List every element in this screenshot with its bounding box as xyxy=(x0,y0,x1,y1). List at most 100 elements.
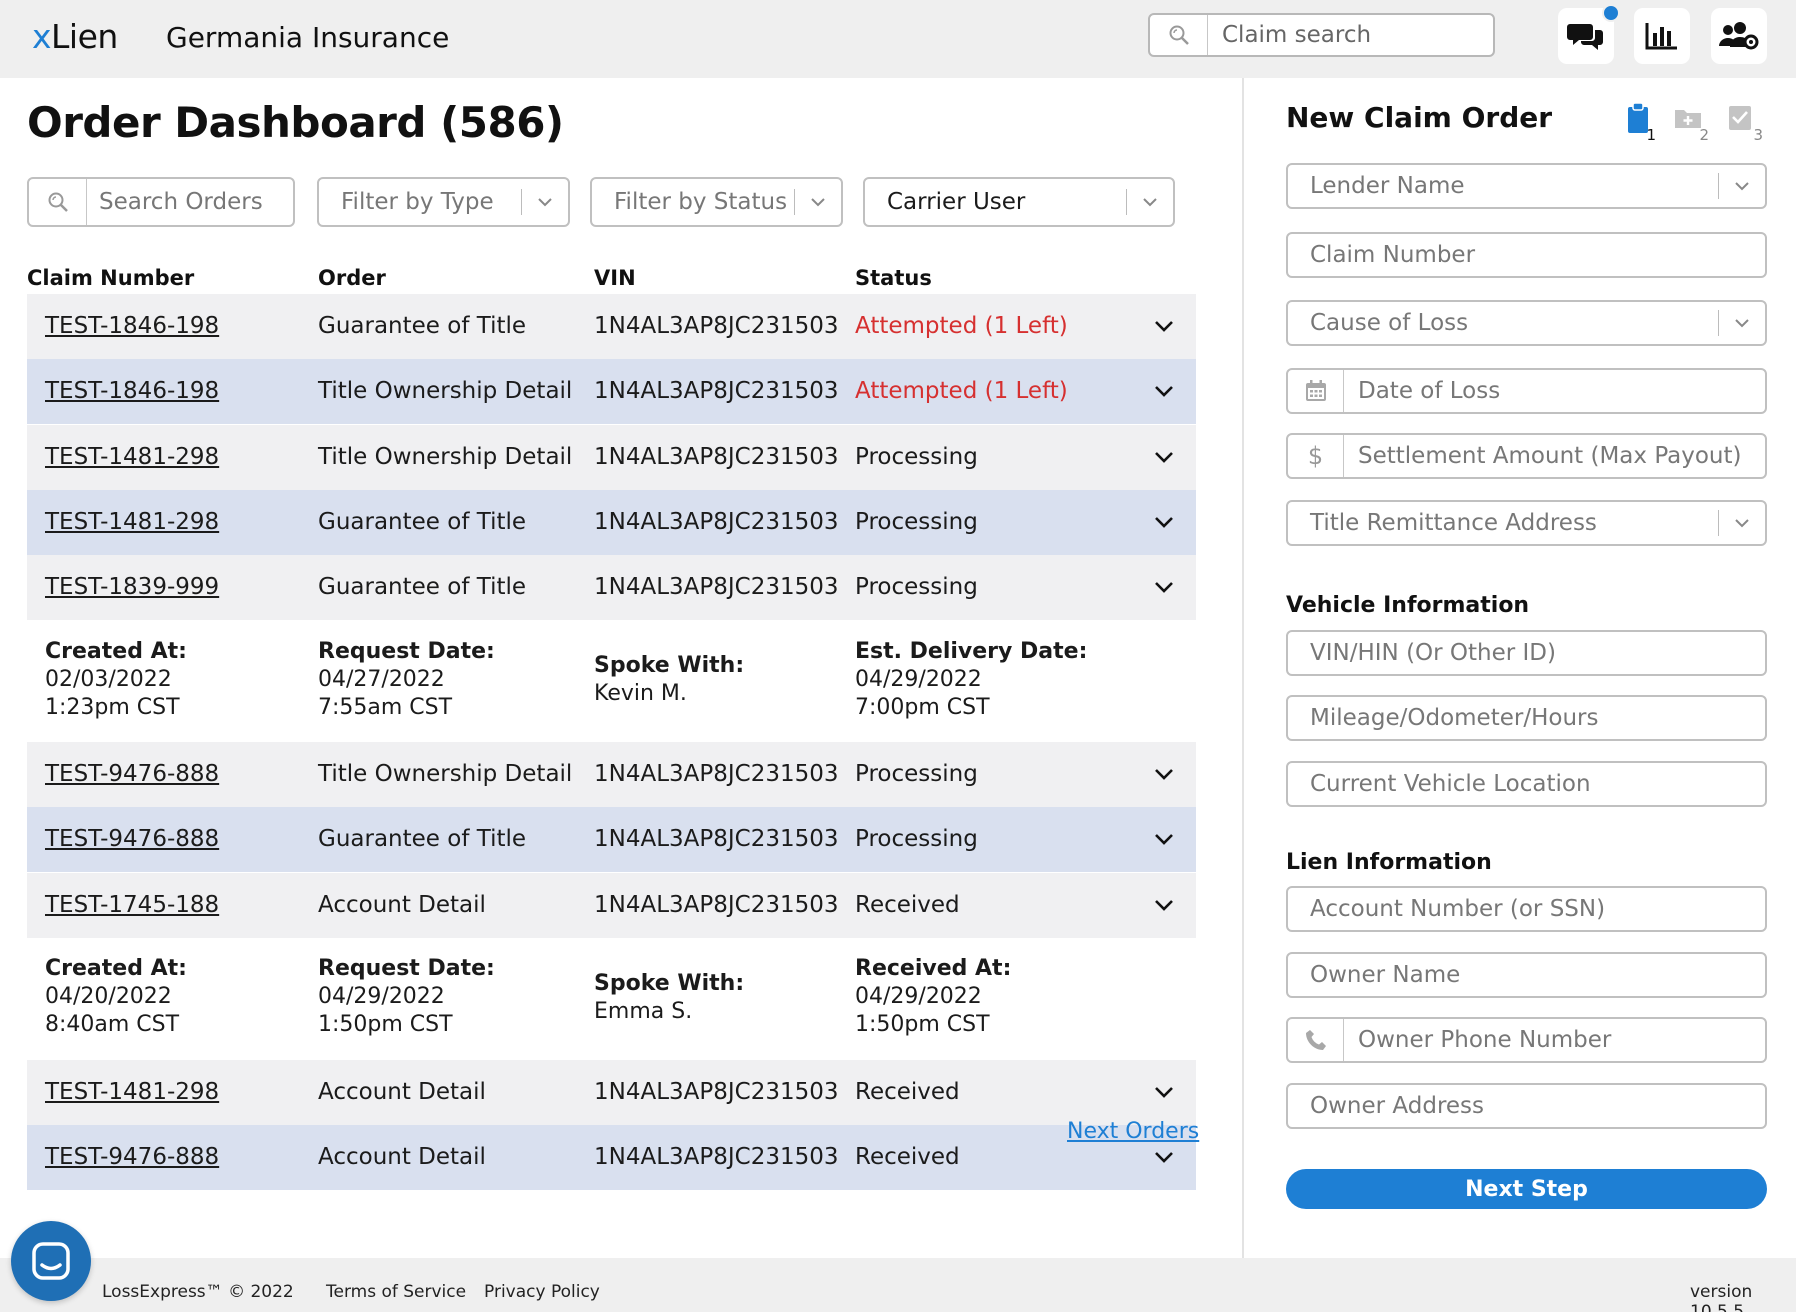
request-date-label: Request Date: xyxy=(318,956,495,981)
order-type: Guarantee of Title xyxy=(318,509,527,535)
status-text: Processing xyxy=(855,574,978,600)
spoke-with: Spoke With: Kevin M. xyxy=(594,652,744,708)
user-settings-button[interactable] xyxy=(1711,8,1767,64)
claim-number-input[interactable]: Claim Number xyxy=(1286,232,1767,278)
created-at-time: 8:40am CST xyxy=(45,1012,180,1037)
terms-of-service-link[interactable]: Terms of Service xyxy=(326,1282,466,1302)
footer-copyright: LossExpress™ © 2022 xyxy=(102,1282,294,1302)
footer: LossExpress™ © 2022 Terms of Service Pri… xyxy=(0,1258,1796,1312)
claim-number-link[interactable]: TEST-1481-298 xyxy=(45,509,219,535)
vin-input[interactable]: VIN/HIN (Or Other ID) xyxy=(1286,630,1767,676)
privacy-policy-link[interactable]: Privacy Policy xyxy=(484,1282,600,1302)
mileage-input[interactable]: Mileage/Odometer/Hours xyxy=(1286,695,1767,741)
column-header-status[interactable]: Status xyxy=(855,266,932,290)
owner-address-input[interactable]: Owner Address xyxy=(1286,1083,1767,1129)
chevron-down-icon xyxy=(522,197,568,207)
table-row[interactable]: TEST-9476-888 Guarantee of Title 1N4AL3A… xyxy=(27,807,1196,872)
spoke-with-label: Spoke With: xyxy=(594,971,745,996)
table-row[interactable]: TEST-1846-198 Title Ownership Detail 1N4… xyxy=(27,359,1196,424)
claim-number-link[interactable]: TEST-1745-188 xyxy=(45,892,219,918)
carrier-user-select[interactable]: Carrier User xyxy=(863,177,1175,227)
table-row[interactable]: TEST-9476-888 Account Detail 1N4AL3AP8JC… xyxy=(27,1125,1196,1190)
settlement-amount-input[interactable]: $ Settlement Amount (Max Payout) xyxy=(1286,433,1767,479)
chevron-down-icon[interactable] xyxy=(1149,314,1179,338)
received-at-label: Received At: xyxy=(855,956,1012,981)
order-detail-panel: Created At: 04/20/2022 8:40am CST Reques… xyxy=(27,938,1196,1060)
claim-number-link[interactable]: TEST-9476-888 xyxy=(45,826,219,852)
table-row[interactable]: TEST-1745-188 Account Detail 1N4AL3AP8JC… xyxy=(27,873,1196,938)
request-date: Request Date: 04/27/2022 7:55am CST xyxy=(318,638,495,722)
status-text: Processing xyxy=(855,444,978,470)
reports-button[interactable] xyxy=(1634,8,1690,64)
company-name: Germania Insurance xyxy=(166,21,450,54)
created-at-date: 02/03/2022 xyxy=(45,667,172,692)
order-type: Title Ownership Detail xyxy=(318,378,573,404)
claim-number-placeholder: Claim Number xyxy=(1310,242,1476,268)
chevron-down-icon[interactable] xyxy=(1149,827,1179,851)
status-text: Processing xyxy=(855,761,978,787)
chevron-up-icon[interactable] xyxy=(1149,575,1179,599)
claim-search-input[interactable]: Claim search xyxy=(1148,13,1495,57)
order-dashboard: Order Dashboard (586) Search Orders Filt… xyxy=(0,78,1242,1258)
table-row[interactable]: TEST-1481-298 Title Ownership Detail 1N4… xyxy=(27,425,1196,490)
next-step-button[interactable]: Next Step xyxy=(1286,1169,1767,1209)
chat-widget-button[interactable] xyxy=(11,1221,91,1301)
title-remittance-address-select[interactable]: Title Remittance Address xyxy=(1286,500,1767,546)
chevron-down-icon[interactable] xyxy=(1149,510,1179,534)
order-type: Guarantee of Title xyxy=(318,313,527,339)
column-header-vin[interactable]: VIN xyxy=(594,266,636,290)
claim-number-link[interactable]: TEST-1481-298 xyxy=(45,444,219,470)
top-bar: xLien Germania Insurance Claim search xyxy=(0,0,1796,78)
next-orders-link[interactable]: Next Orders xyxy=(1067,1119,1199,1144)
table-row[interactable]: TEST-9476-888 Title Ownership Detail 1N4… xyxy=(27,742,1196,807)
filter-by-type-select[interactable]: Filter by Type xyxy=(317,177,570,227)
chevron-down-icon[interactable] xyxy=(1149,379,1179,403)
table-row[interactable]: TEST-1846-198 Guarantee of Title 1N4AL3A… xyxy=(27,294,1196,359)
step-1-indicator[interactable]: 1 xyxy=(1620,100,1656,144)
notification-dot xyxy=(1602,4,1620,22)
chevron-down-icon[interactable] xyxy=(1149,762,1179,786)
chevron-down-icon[interactable] xyxy=(1149,1080,1179,1104)
date-of-loss-input[interactable]: Date of Loss xyxy=(1286,368,1767,414)
status-text: Received xyxy=(855,1144,960,1170)
cause-of-loss-select[interactable]: Cause of Loss xyxy=(1286,300,1767,346)
vin-value: 1N4AL3AP8JC231503 xyxy=(594,313,839,339)
chevron-down-icon[interactable] xyxy=(1149,1145,1179,1169)
step-2-indicator[interactable]: 2 xyxy=(1673,100,1709,144)
table-row[interactable]: TEST-1839-999 Guarantee of Title 1N4AL3A… xyxy=(27,555,1196,620)
table-row[interactable]: TEST-1481-298 Account Detail 1N4AL3AP8JC… xyxy=(27,1060,1196,1125)
column-header-order[interactable]: Order xyxy=(318,266,386,290)
settlement-amount-placeholder: Settlement Amount (Max Payout) xyxy=(1358,443,1742,469)
lender-name-select[interactable]: Lender Name xyxy=(1286,163,1767,209)
spoke-with-name: Kevin M. xyxy=(594,681,687,706)
brand-logo[interactable]: xLien xyxy=(32,17,118,56)
created-at-date: 04/20/2022 xyxy=(45,984,172,1009)
search-orders-input[interactable]: Search Orders xyxy=(27,177,295,227)
request-date-date: 04/27/2022 xyxy=(318,667,445,692)
claim-number-link[interactable]: TEST-1846-198 xyxy=(45,313,219,339)
chevron-up-icon[interactable] xyxy=(1149,893,1179,917)
owner-name-input[interactable]: Owner Name xyxy=(1286,952,1767,998)
claim-number-link[interactable]: TEST-1481-298 xyxy=(45,1079,219,1105)
claim-number-link[interactable]: TEST-1839-999 xyxy=(45,574,219,600)
claim-number-link[interactable]: TEST-9476-888 xyxy=(45,1144,219,1170)
account-number-placeholder: Account Number (or SSN) xyxy=(1310,896,1606,922)
vehicle-location-input[interactable]: Current Vehicle Location xyxy=(1286,761,1767,807)
calendar-icon xyxy=(1288,370,1344,412)
step-3-indicator[interactable]: 3 xyxy=(1727,100,1763,144)
account-number-input[interactable]: Account Number (or SSN) xyxy=(1286,886,1767,932)
claim-number-link[interactable]: TEST-9476-888 xyxy=(45,761,219,787)
claim-number-link[interactable]: TEST-1846-198 xyxy=(45,378,219,404)
filter-by-status-select[interactable]: Filter by Status xyxy=(590,177,843,227)
dollar-symbol: $ xyxy=(1307,442,1324,470)
column-header-claim-number[interactable]: Claim Number xyxy=(27,266,194,290)
owner-phone-input[interactable]: Owner Phone Number xyxy=(1286,1017,1767,1063)
chevron-down-icon[interactable] xyxy=(1149,445,1179,469)
est-delivery-label: Est. Delivery Date: xyxy=(855,639,1088,664)
order-type: Title Ownership Detail xyxy=(318,761,573,787)
page-title: Order Dashboard (586) xyxy=(27,98,564,147)
table-row[interactable]: TEST-1481-298 Guarantee of Title 1N4AL3A… xyxy=(27,490,1196,555)
request-date-label: Request Date: xyxy=(318,639,495,664)
messages-button[interactable] xyxy=(1558,4,1620,64)
created-at-time: 1:23pm CST xyxy=(45,695,180,720)
